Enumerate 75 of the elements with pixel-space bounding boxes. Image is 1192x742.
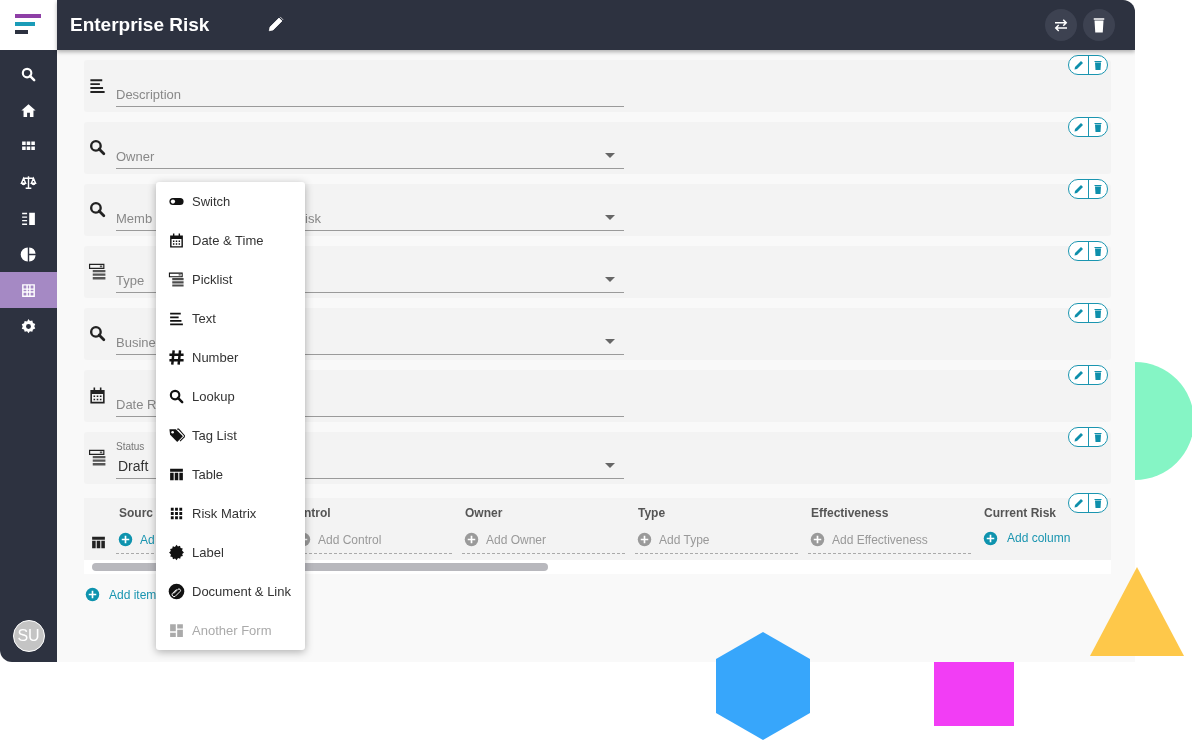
- trash-icon: [1092, 121, 1104, 133]
- picklist-icon: [88, 448, 107, 467]
- scales-icon: [20, 173, 37, 191]
- settings-icon: [20, 317, 37, 335]
- column-header: ntrol: [304, 506, 331, 522]
- field-placeholder: Memb: [116, 211, 153, 226]
- field-placeholder: Date R: [116, 397, 157, 412]
- swap-button[interactable]: [1045, 9, 1077, 41]
- badge-icon: [168, 544, 185, 561]
- pencil-icon: [1072, 369, 1085, 381]
- picklist-icon: [88, 262, 107, 281]
- field-placeholder: Type: [116, 273, 145, 288]
- calendar-icon: [168, 232, 185, 249]
- text-lines-icon: [88, 76, 107, 95]
- column-header: Sourc: [119, 506, 153, 522]
- hash-icon: [168, 349, 185, 366]
- calendar-icon: [88, 386, 107, 405]
- field-placeholder: Owner: [116, 149, 155, 164]
- search-icon: [20, 65, 37, 83]
- add-item-button[interactable]: Add item: [84, 584, 157, 602]
- trash-icon: [1092, 245, 1104, 257]
- picklist-icon: [168, 271, 185, 288]
- column-header: Owner: [465, 506, 503, 522]
- table-cell[interactable]: Add Type: [635, 526, 798, 554]
- trash-icon: [1092, 431, 1104, 443]
- search-icon: [88, 200, 107, 219]
- menu-item[interactable]: Document & Link: [156, 572, 305, 611]
- pencil-icon: [1072, 497, 1085, 509]
- pie-chart-icon: [20, 245, 37, 263]
- trash-icon: [1092, 497, 1104, 509]
- layout-icon: [168, 622, 185, 639]
- caret-icon: [605, 277, 615, 282]
- pencil-icon: [1072, 245, 1085, 257]
- trash-icon: [1092, 307, 1104, 319]
- pencil-icon: [1072, 307, 1085, 319]
- dot-grid-icon: [168, 505, 185, 522]
- column-header: Effectiveness: [811, 506, 889, 522]
- column-header: Current Risk: [984, 506, 1057, 522]
- search-icon: [88, 138, 107, 157]
- field-placeholder: Description: [116, 87, 182, 102]
- caret-icon: [605, 463, 615, 468]
- pencil-icon: [1072, 59, 1085, 71]
- field-value: Draft: [118, 458, 149, 474]
- caret-icon: [605, 215, 615, 220]
- search-icon: [168, 388, 185, 405]
- swap-icon: [1052, 16, 1070, 34]
- plus-icon: [85, 587, 100, 602]
- paperclip-icon: [168, 583, 185, 600]
- page-title: Enterprise Risk: [70, 14, 210, 36]
- field-placeholder: isk: [305, 211, 321, 226]
- field-placeholder: Busine: [116, 335, 156, 350]
- caret-icon: [605, 339, 615, 344]
- delete-button[interactable]: [1083, 9, 1115, 41]
- pencil-icon: [1072, 183, 1085, 195]
- pencil-icon: [1072, 121, 1085, 133]
- pencil-icon: [1072, 431, 1085, 443]
- column-header: Type: [638, 506, 666, 522]
- trash-icon: [1092, 59, 1104, 71]
- add-column-button[interactable]: Add column: [981, 526, 1111, 554]
- table-icon: [20, 281, 37, 299]
- table-icon: [168, 466, 185, 483]
- pencil-icon: [267, 14, 286, 33]
- input-field[interactable]: Description: [116, 73, 624, 107]
- table-cell[interactable]: Add Owner: [462, 526, 625, 554]
- home-icon: [20, 101, 37, 119]
- table-icon: [90, 534, 107, 551]
- table-cell[interactable]: Add Effectiveness: [808, 526, 971, 554]
- logo-icon: [14, 13, 43, 37]
- tag-icon: [168, 427, 185, 444]
- trash-icon: [1092, 369, 1104, 381]
- text-lines-icon: [168, 310, 185, 327]
- search-icon: [88, 324, 107, 343]
- dropdown-field[interactable]: Owner: [116, 135, 624, 169]
- caret-icon: [605, 153, 615, 158]
- trash-icon: [1092, 183, 1104, 195]
